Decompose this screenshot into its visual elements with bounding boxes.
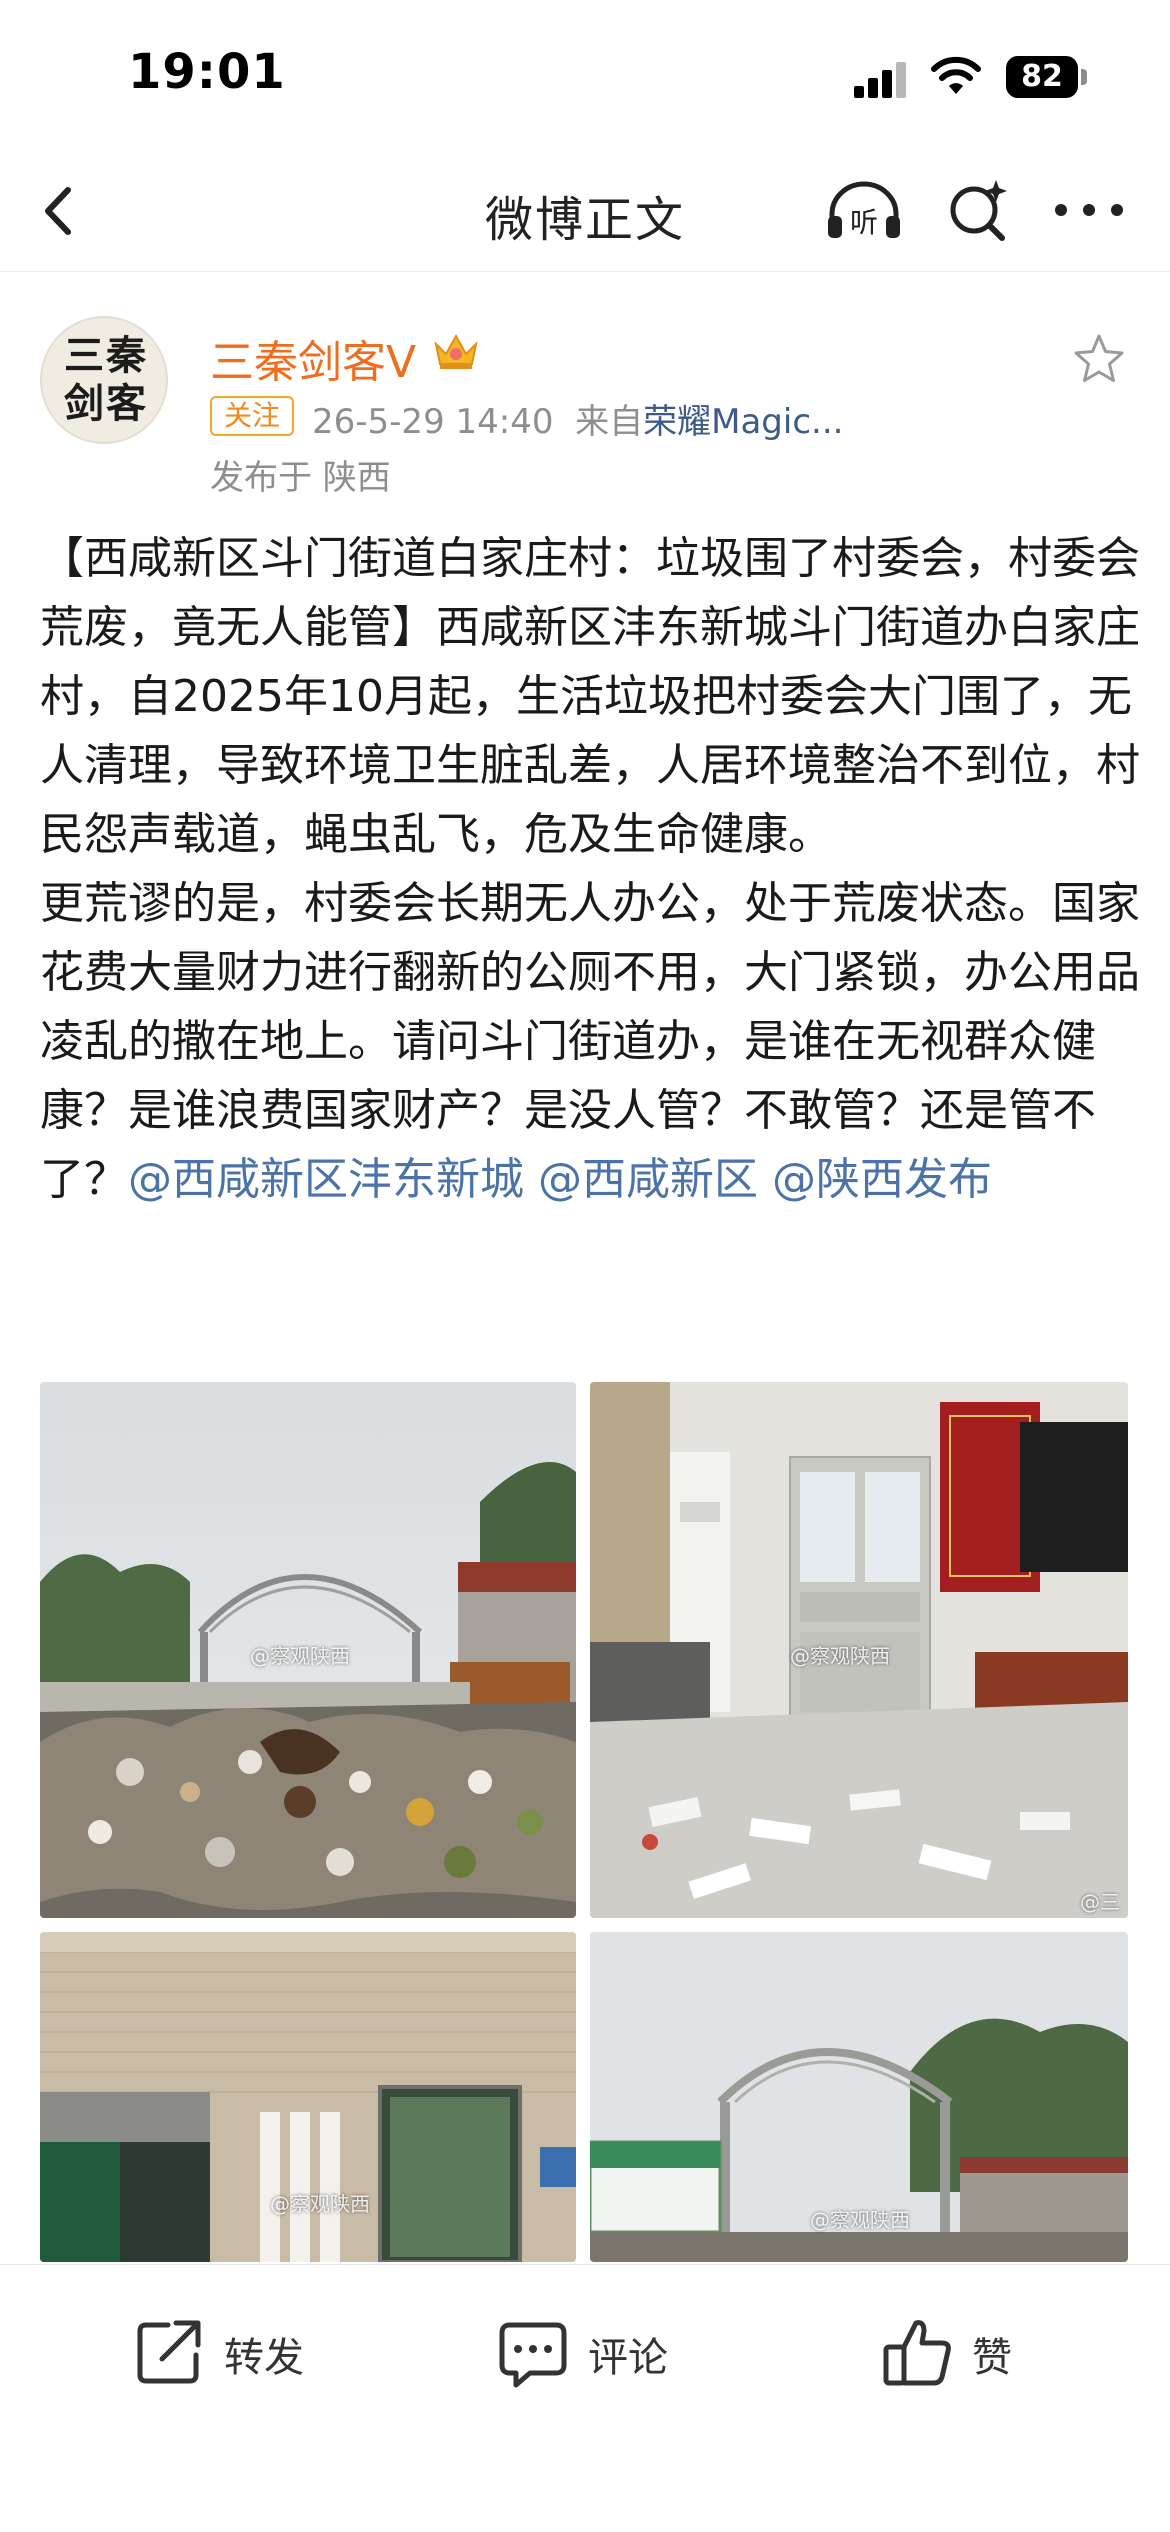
post-body: 【西咸新区斗门街道白家庄村：垃圾围了村委会，村委会荒废，竟无人能管】西咸新区沣东…	[40, 524, 1140, 1214]
comment-label: 评论	[588, 2335, 668, 2381]
mention-link[interactable]: @陕西发布	[772, 1154, 992, 1205]
headphones-listen-icon[interactable]: 听	[822, 176, 906, 246]
post-meta: 26-5-29 14:40 来自荣耀Magic...	[312, 394, 843, 443]
thumbs-up-icon	[883, 2320, 951, 2386]
photo-watermark-corner: @三	[1080, 1890, 1120, 1914]
post-photo-village-gate[interactable]: @察观陕西	[590, 1932, 1128, 2262]
post-photo-office-interior[interactable]: @察观陕西 @三	[590, 1382, 1128, 1918]
post-source[interactable]: 荣耀Magic...	[643, 402, 843, 442]
post-paragraph-2: 更荒谬的是，村委会长期无人办公，处于荒废状态。国家花费大量财力进行翻新的公厕不用…	[40, 869, 1140, 1214]
post-paragraph-1: 【西咸新区斗门街道白家庄村：垃圾围了村委会，村委会荒废，竟无人能管】西咸新区沣东…	[40, 533, 1140, 860]
comment-button[interactable]: 评论	[496, 2307, 696, 2397]
cellular-signal-icon	[854, 62, 906, 98]
avatar-calligraphy: 三秦 剑客	[64, 332, 148, 427]
comment-bubble-icon	[499, 2322, 567, 2388]
repost-button[interactable]: 转发	[132, 2307, 332, 2397]
photo-watermark: @察观陕西	[810, 2208, 910, 2232]
svg-text:听: 听	[850, 206, 878, 239]
status-time: 19:01	[128, 44, 286, 100]
post-photo-building-entrance[interactable]: @察观陕西	[40, 1932, 576, 2262]
star-favorite-icon[interactable]	[1072, 332, 1126, 386]
mention-link[interactable]: @西咸新区	[538, 1154, 758, 1205]
battery-tip	[1081, 69, 1087, 85]
search-ai-icon[interactable]	[944, 176, 1012, 246]
battery-indicator: 82	[1006, 56, 1088, 98]
repost-label: 转发	[224, 2335, 304, 2381]
follow-badge[interactable]: 关注	[210, 396, 294, 436]
like-button[interactable]: 赞	[880, 2307, 1080, 2397]
status-bar: 19:01 82	[0, 0, 1170, 150]
post-location: 发布于 陕西	[210, 458, 391, 498]
action-bar: 转发 评论 赞	[0, 2264, 1170, 2532]
photo-watermark: @察观陕西	[270, 2192, 370, 2216]
post-photo-garbage-arch[interactable]: @察观陕西	[40, 1382, 576, 1918]
like-label: 赞	[972, 2335, 1012, 2381]
author-name[interactable]: 三秦剑客V	[210, 326, 416, 390]
post-date: 26-5-29 14:40	[312, 402, 554, 442]
post-source-prefix: 来自	[575, 402, 644, 442]
photo-watermark: @察观陕西	[790, 1644, 890, 1668]
wifi-icon	[931, 56, 981, 94]
nav-bar: 微博正文 听	[0, 150, 1170, 272]
mention-link[interactable]: @西咸新区沣东新城	[128, 1154, 524, 1205]
more-icon[interactable]	[1052, 190, 1126, 230]
repost-share-icon	[137, 2320, 201, 2384]
photo-watermark: @察观陕西	[250, 1644, 350, 1668]
avatar[interactable]: 三秦 剑客	[40, 316, 168, 444]
battery-level: 82	[1006, 56, 1078, 98]
crown-badge-icon	[434, 333, 478, 369]
